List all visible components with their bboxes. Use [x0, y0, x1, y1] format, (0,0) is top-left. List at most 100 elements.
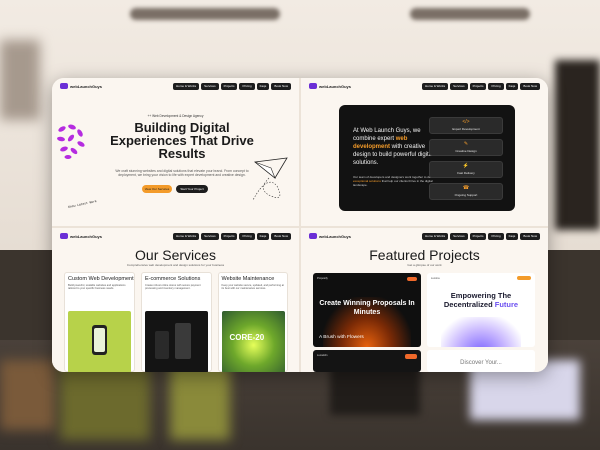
nav-link-faqs[interactable]: Faqs: [505, 232, 519, 240]
paper-plane-icon: [252, 157, 288, 201]
project-mini-nav: Lumina: [431, 276, 531, 281]
nav-link-projects[interactable]: Projects: [469, 232, 487, 240]
nav-link-faqs[interactable]: Faqs: [256, 82, 270, 90]
top-nav: webLaunchGuys Home & Works Services Proj…: [52, 228, 299, 244]
projects-title: Featured Projects: [369, 247, 480, 263]
brand-name: webLaunchGuys: [70, 83, 103, 89]
brand-logo[interactable]: webLaunchGuys: [60, 233, 102, 239]
hero-panel: webLaunchGuys Home & Works Services Proj…: [52, 78, 299, 226]
project-card-third[interactable]: Lumeklin: [313, 350, 421, 372]
project-title-highlight: Future: [494, 300, 519, 309]
service-card-web-dev[interactable]: Custom Web Development Build powerful, s…: [64, 272, 135, 372]
nav-link-services[interactable]: Services: [450, 82, 468, 90]
image-caption: CORE-20: [229, 333, 265, 342]
feature-item: ✎ Creative Design: [429, 139, 503, 156]
bolt-icon: ⚡: [462, 163, 470, 169]
project-card-fourth[interactable]: Discover Your...: [427, 350, 535, 372]
nav-link-faqs[interactable]: Faqs: [505, 82, 519, 90]
nav-link-home[interactable]: Home & Works: [421, 232, 449, 240]
nav-link-faqs[interactable]: Faqs: [256, 232, 270, 240]
project-card-decentralized[interactable]: Lumina Empowering The Decentralized Futu…: [427, 273, 535, 347]
nav-links: Home & Works Services Projects Pricing F…: [172, 82, 291, 90]
nav-links: Home & Works Services Projects Pricing F…: [421, 82, 540, 90]
logo-icon: [60, 233, 68, 239]
project-cta: [405, 354, 417, 359]
top-nav: webLaunchGuys Home & Works Services Proj…: [301, 228, 548, 244]
showcase-card: webLaunchGuys Home & Works Services Proj…: [52, 78, 548, 372]
project-brand: Lumina: [431, 277, 440, 280]
nav-link-book-now[interactable]: Book Now: [520, 232, 540, 240]
service-card-image: [145, 311, 208, 372]
background-shape: [170, 360, 230, 440]
brand-name: webLaunchGuys: [70, 233, 103, 239]
about-lead-text: At Web Launch Guys, we combine expert: [353, 128, 421, 142]
background-nav-blur: [410, 8, 530, 20]
brand-logo[interactable]: webLaunchGuys: [309, 83, 351, 89]
palette-icon: ✎: [463, 141, 469, 147]
service-card-description: Create robust online stores with secure …: [145, 284, 201, 291]
brand-logo[interactable]: webLaunchGuys: [60, 83, 102, 89]
background-shape: [330, 365, 420, 415]
start-project-button[interactable]: Start Your Project: [176, 185, 208, 193]
hero-tagline: ++ Web Development & Design Agency: [147, 114, 204, 118]
about-panel: webLaunchGuys Home & Works Services Proj…: [301, 78, 548, 226]
service-cards: Custom Web Development Build powerful, s…: [64, 272, 288, 372]
logo-icon: [309, 83, 317, 89]
nav-link-pricing[interactable]: Pricing: [488, 82, 504, 90]
background-shape: [60, 360, 150, 440]
nav-links: Home & Works Services Projects Pricing F…: [172, 232, 291, 240]
project-cta: [407, 276, 417, 281]
project-title: Discover Your...: [460, 360, 502, 366]
background-shape: [0, 360, 55, 430]
nav-link-home[interactable]: Home & Works: [172, 232, 200, 240]
nav-link-pricing[interactable]: Pricing: [239, 82, 255, 90]
phone-screen: [94, 328, 105, 352]
hero-description: We craft stunning websites and digital s…: [115, 169, 249, 178]
nav-link-projects[interactable]: Projects: [220, 232, 238, 240]
project-brand: Proposify: [317, 277, 328, 280]
nav-link-services[interactable]: Services: [201, 82, 219, 90]
services-subtitle: Comprehensive web development and design…: [126, 263, 225, 267]
nav-link-services[interactable]: Services: [201, 232, 219, 240]
background-nav-blur: [130, 8, 280, 20]
projects-subtitle: Get a glimpse of our work: [407, 263, 442, 267]
panel-divider: [299, 78, 301, 372]
service-card-image: [68, 311, 131, 372]
project-mini-nav: Lumeklin: [317, 353, 417, 358]
service-card-title: Custom Web Development: [68, 276, 134, 282]
nav-link-pricing[interactable]: Pricing: [239, 232, 255, 240]
view-services-button[interactable]: View Our Services: [142, 185, 172, 193]
product-image: [155, 331, 169, 359]
nav-link-home[interactable]: Home & Works: [172, 82, 200, 90]
service-card-image: CORE-20: [221, 311, 285, 372]
handwritten-note: Know Latest Work: [67, 199, 98, 209]
project-cta: [517, 276, 531, 280]
nav-link-book-now[interactable]: Book Now: [271, 82, 291, 90]
brand-logo[interactable]: webLaunchGuys: [309, 233, 351, 239]
nav-link-pricing[interactable]: Pricing: [488, 232, 504, 240]
logo-icon: [309, 233, 317, 239]
top-nav: webLaunchGuys Home & Works Services Proj…: [301, 78, 548, 94]
about-sub: Our team of developers and designers wor…: [353, 175, 437, 187]
feature-label: Fast Delivery: [457, 171, 475, 175]
nav-link-projects[interactable]: Projects: [469, 82, 487, 90]
service-card-title: E-commerce Solutions: [145, 276, 201, 282]
service-card-title: Website Maintenance: [221, 276, 275, 282]
nav-link-services[interactable]: Services: [450, 232, 468, 240]
panel-divider: [52, 226, 548, 228]
project-card-proposals[interactable]: Proposify Create Winning Proposals In Mi…: [313, 273, 421, 347]
nav-link-book-now[interactable]: Book Now: [271, 232, 291, 240]
brand-name: webLaunchGuys: [319, 233, 352, 239]
project-title: Create Winning Proposals In Minutes: [319, 300, 415, 316]
support-icon: ☎: [462, 185, 470, 191]
nav-link-home[interactable]: Home & Works: [421, 82, 449, 90]
service-card-description: Build powerful, scalable websites and ap…: [68, 284, 126, 291]
nav-link-book-now[interactable]: Book Now: [520, 82, 540, 90]
services-panel: webLaunchGuys Home & Works Services Proj…: [52, 228, 299, 372]
nav-link-projects[interactable]: Projects: [220, 82, 238, 90]
service-card-maintenance[interactable]: Website Maintenance Keep your website se…: [217, 272, 288, 372]
service-card-ecommerce[interactable]: E-commerce Solutions Create robust onlin…: [141, 272, 212, 372]
nav-links: Home & Works Services Projects Pricing F…: [421, 232, 540, 240]
feature-item: ⚡ Fast Delivery: [429, 161, 503, 178]
feature-item: </> Expert Development: [429, 117, 503, 134]
